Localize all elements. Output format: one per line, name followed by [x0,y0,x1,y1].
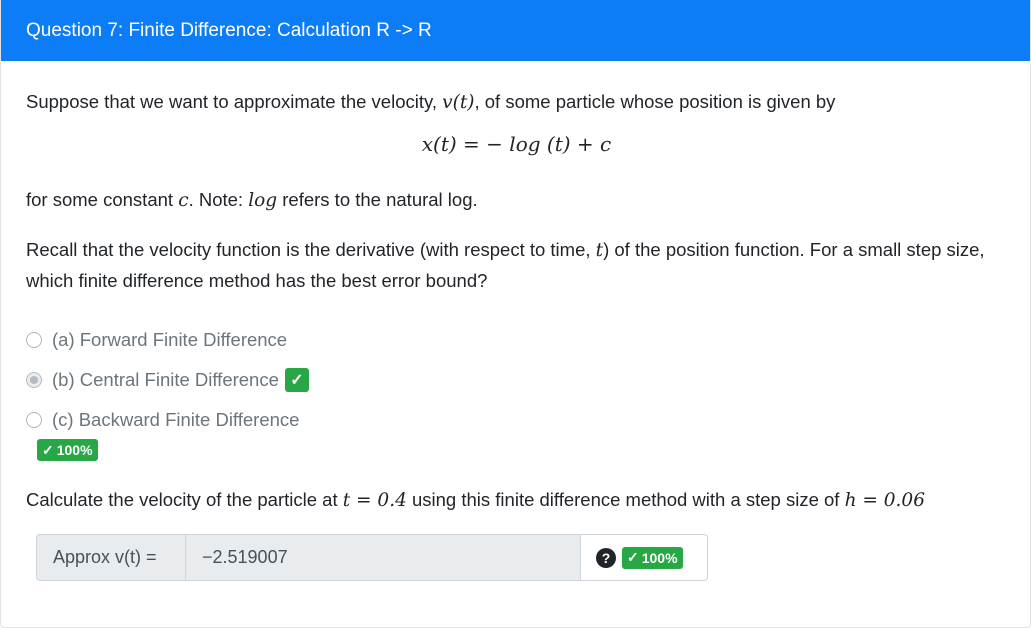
option-forward[interactable]: (a) Forward Finite Difference [26,320,309,360]
radio-button-selected[interactable] [26,372,42,388]
prompt-paragraph-4: Calculate the velocity of the particle a… [26,485,925,516]
check-icon: ✓ [42,441,54,458]
option-backward[interactable]: (c) Backward Finite Difference [26,400,309,440]
answer-input-group: Approx v(t) = −2.519007 ? ✓ 100% [36,534,708,581]
part1-score-badge: ✓ 100% [37,439,98,461]
radio-button[interactable] [26,332,42,348]
prompt-text: using this finite difference method with… [406,489,845,510]
question-header: Question 7: Finite Difference: Calculati… [1,0,1030,61]
check-icon: ✓ [284,368,309,392]
math-velocity: v(t) [442,92,475,113]
prompt-text: Suppose that we want to approximate the … [26,91,443,112]
input-label: Approx v(t) = [36,534,185,581]
option-label: (b) Central Finite Difference [52,369,279,390]
option-label: (c) Backward Finite Difference [52,409,300,430]
velocity-input[interactable]: −2.519007 [185,534,581,581]
prompt-text: Recall that the velocity function is the… [26,239,596,260]
input-addon: ? ✓ 100% [581,534,708,581]
prompt-text: for some constant [26,189,179,210]
prompt-text: refers to the natural log. [277,189,478,210]
score-text: 100% [56,442,93,458]
math-time: t [595,240,604,261]
prompt-text: . Note: [188,189,249,210]
position-equation: x(t) = − log (t) + c [421,132,612,156]
math-h-value: h = 0.06 [844,490,925,511]
radio-button[interactable] [26,412,42,428]
option-central[interactable]: (b) Central Finite Difference ✓ [26,360,309,400]
prompt-text: , of some particle whose position is giv… [474,91,836,112]
check-icon: ✓ [627,549,639,565]
option-label: (a) Forward Finite Difference [52,329,288,350]
prompt-text: Calculate the velocity of the particle a… [26,489,343,510]
math-constant: c [178,190,189,211]
question-card: Question 7: Finite Difference: Calculati… [0,0,1031,628]
prompt-paragraph-1: Suppose that we want to approximate the … [26,87,835,118]
prompt-paragraph-2: for some constant c. Note: log refers to… [26,185,478,216]
prompt-paragraph-3: Recall that the velocity function is the… [26,235,1001,296]
score-text: 100% [641,549,678,566]
part2-score-badge: ✓ 100% [622,546,683,569]
math-log: log [248,190,278,211]
question-circle-icon[interactable]: ? [596,547,616,568]
answer-options: (a) Forward Finite Difference (b) Centra… [26,320,309,440]
math-t-value: t = 0.4 [342,490,407,511]
question-title: Question 7: Finite Difference: Calculati… [26,19,432,41]
